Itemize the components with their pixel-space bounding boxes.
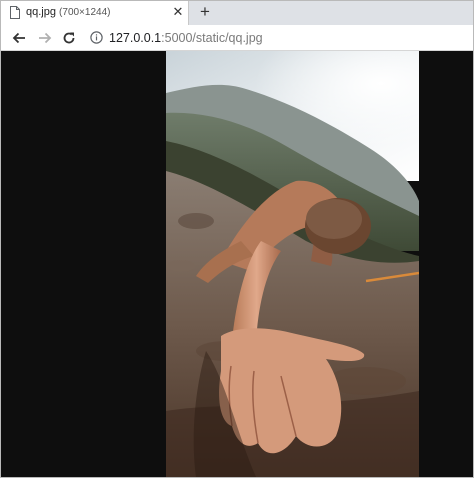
address-bar[interactable]: 127.0.0.1:5000/static/qq.jpg xyxy=(85,27,473,49)
tab-dimensions: (700×1244) xyxy=(59,7,111,18)
toolbar: 127.0.0.1:5000/static/qq.jpg xyxy=(1,25,473,51)
back-arrow-icon[interactable] xyxy=(9,28,29,48)
new-tab-icon[interactable]: + xyxy=(196,3,214,21)
info-icon[interactable] xyxy=(90,31,103,44)
tab-title-text: qq.jpg (700×1244) xyxy=(26,6,110,18)
displayed-photo xyxy=(166,51,419,477)
url-text[interactable]: 127.0.0.1:5000/static/qq.jpg xyxy=(109,31,263,45)
close-icon[interactable]: ✕ xyxy=(171,5,185,19)
browser-window: qq.jpg (700×1244) ✕ + 127.0.0.1:5000/sta… xyxy=(0,0,474,478)
forward-arrow-icon[interactable] xyxy=(35,28,55,48)
file-icon xyxy=(10,6,20,19)
url-path: :5000/static/qq.jpg xyxy=(161,31,263,45)
reload-icon[interactable] xyxy=(59,28,79,48)
tab-active[interactable]: qq.jpg (700×1244) ✕ xyxy=(1,1,189,25)
image-viewer xyxy=(1,51,473,477)
tab-strip: qq.jpg (700×1244) ✕ + xyxy=(1,1,473,25)
tab-title: qq.jpg xyxy=(26,6,56,18)
url-host: 127.0.0.1 xyxy=(109,31,162,45)
